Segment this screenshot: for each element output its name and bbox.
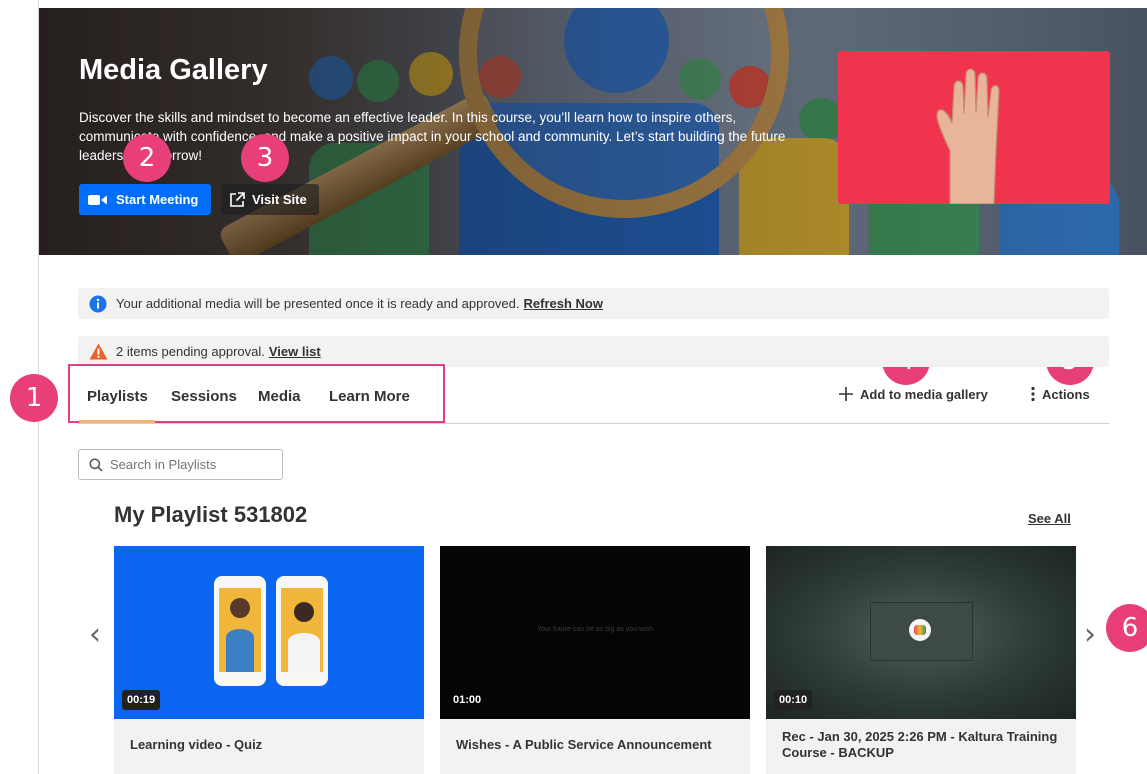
- media-ready-text: Your additional media will be presented …: [116, 296, 520, 311]
- start-meeting-label: Start Meeting: [116, 192, 199, 207]
- annotation-badge-6: 6: [1106, 604, 1147, 652]
- carousel-prev-icon[interactable]: ‹: [89, 617, 101, 652]
- tab-sessions[interactable]: Sessions: [171, 388, 237, 405]
- info-icon: [89, 295, 107, 312]
- playlist-card[interactable]: Your future can be as big as you wish 01…: [440, 546, 750, 774]
- hero-description: Discover the skills and mindset to becom…: [79, 110, 786, 163]
- video-thumbnail[interactable]: Your future can be as big as you wish 01…: [440, 546, 750, 719]
- hero-thumbnail: [838, 51, 1110, 204]
- start-meeting-button[interactable]: Start Meeting: [79, 184, 211, 215]
- actions-menu-button[interactable]: Actions: [1030, 386, 1090, 402]
- tab-playlists[interactable]: Playlists: [87, 388, 148, 405]
- video-title[interactable]: Learning video - Quiz: [130, 737, 410, 753]
- avatar: [909, 619, 931, 641]
- actions-label: Actions: [1042, 386, 1090, 402]
- visit-site-label: Visit Site: [252, 192, 307, 207]
- card-info: Rec - Jan 30, 2025 2:26 PM - Kaltura Tra…: [766, 719, 1076, 774]
- plus-icon: [839, 387, 853, 401]
- video-thumbnail[interactable]: 00:10: [766, 546, 1076, 719]
- thumbnail-overlay-text: Your future can be as big as you wish: [536, 626, 654, 633]
- playlist-title: My Playlist 531802: [114, 502, 308, 527]
- view-list-link[interactable]: View list: [269, 344, 321, 359]
- see-all-link[interactable]: See All: [1028, 511, 1071, 526]
- hero-banner: Media Gallery Discover the skills and mi…: [39, 8, 1147, 255]
- video-camera-icon: [88, 194, 107, 205]
- annotation-badge-3: 3: [241, 134, 289, 182]
- video-title[interactable]: Wishes - A Public Service Announcement: [456, 737, 736, 753]
- tabs-divider: [78, 423, 1109, 424]
- add-to-media-gallery-label: Add to media gallery: [860, 386, 988, 402]
- avatar-image: [914, 625, 926, 635]
- playlist-card[interactable]: 00:10 Rec - Jan 30, 2025 2:26 PM - Kaltu…: [766, 546, 1076, 774]
- duration-badge: 00:10: [774, 690, 813, 710]
- raised-hand-image: [936, 68, 1000, 204]
- refresh-now-link[interactable]: Refresh Now: [524, 296, 603, 311]
- playlist-search[interactable]: [78, 449, 283, 480]
- annotation-badge-2: 2: [123, 134, 171, 182]
- carousel-next-icon[interactable]: ›: [1084, 617, 1096, 652]
- page-title: Media Gallery: [79, 54, 268, 86]
- duration-badge: 00:19: [122, 690, 161, 710]
- playlist-card[interactable]: 00:19 Learning video - Quiz: [114, 546, 424, 774]
- search-icon: [89, 457, 103, 472]
- phones-image: [214, 576, 328, 686]
- pending-approval-text: 2 items pending approval.: [116, 344, 265, 359]
- card-info: Wishes - A Public Service Announcement: [440, 719, 750, 774]
- warning-icon: [89, 343, 108, 360]
- video-title[interactable]: Rec - Jan 30, 2025 2:26 PM - Kaltura Tra…: [782, 729, 1062, 761]
- media-ready-alert: Your additional media will be presented …: [78, 288, 1109, 319]
- external-link-icon: [230, 191, 245, 207]
- video-thumbnail[interactable]: 00:19: [114, 546, 424, 719]
- tab-media[interactable]: Media: [258, 388, 301, 405]
- card-info: Learning video - Quiz: [114, 719, 424, 774]
- search-input[interactable]: [110, 457, 270, 472]
- kebab-menu-icon: [1031, 386, 1035, 402]
- visit-site-button[interactable]: Visit Site: [221, 184, 319, 215]
- recording-preview: [870, 602, 973, 661]
- add-to-media-gallery-button[interactable]: Add to media gallery: [838, 386, 988, 402]
- tab-learn-more[interactable]: Learn More: [329, 388, 410, 405]
- duration-badge: 01:00: [453, 694, 482, 706]
- annotation-badge-1: 1: [10, 374, 58, 422]
- pending-approval-alert: 2 items pending approval. View list: [78, 336, 1109, 367]
